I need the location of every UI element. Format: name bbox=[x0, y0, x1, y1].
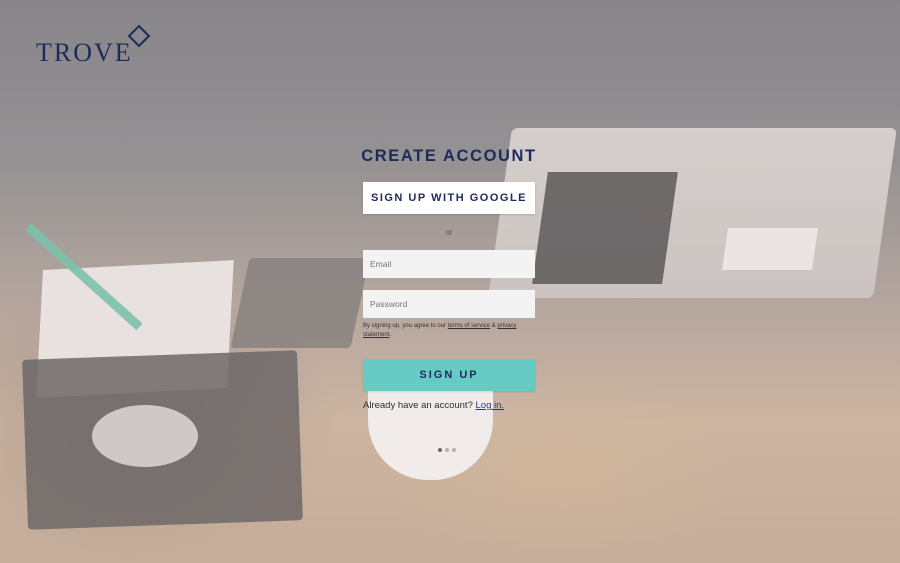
carousel-dots bbox=[438, 448, 456, 452]
login-prompt-text: Already have an account? bbox=[363, 400, 476, 411]
page-title: CREATE ACCOUNT bbox=[361, 147, 537, 165]
divider-text: or bbox=[445, 228, 453, 237]
terms-prefix: By signing up, you agree to our bbox=[363, 323, 448, 329]
google-signup-button[interactable]: SIGN UP WITH GOOGLE bbox=[363, 182, 535, 214]
password-field[interactable] bbox=[363, 290, 535, 318]
carousel-dot[interactable] bbox=[438, 448, 442, 452]
terms-notice: By signing up, you agree to our terms of… bbox=[363, 322, 535, 340]
email-field[interactable] bbox=[363, 250, 535, 278]
terms-of-service-link[interactable]: terms of service bbox=[448, 323, 490, 329]
signup-form: CREATE ACCOUNT SIGN UP WITH GOOGLE or By… bbox=[361, 145, 535, 411]
carousel-dot[interactable] bbox=[452, 448, 456, 452]
login-link[interactable]: Log in. bbox=[476, 400, 505, 411]
carousel-dot[interactable] bbox=[445, 448, 449, 452]
terms-suffix: . bbox=[389, 332, 392, 338]
login-prompt: Already have an account? Log in. bbox=[363, 400, 535, 411]
logo-text: TROVE bbox=[36, 38, 133, 67]
signup-button[interactable]: SIGN UP bbox=[363, 359, 535, 391]
